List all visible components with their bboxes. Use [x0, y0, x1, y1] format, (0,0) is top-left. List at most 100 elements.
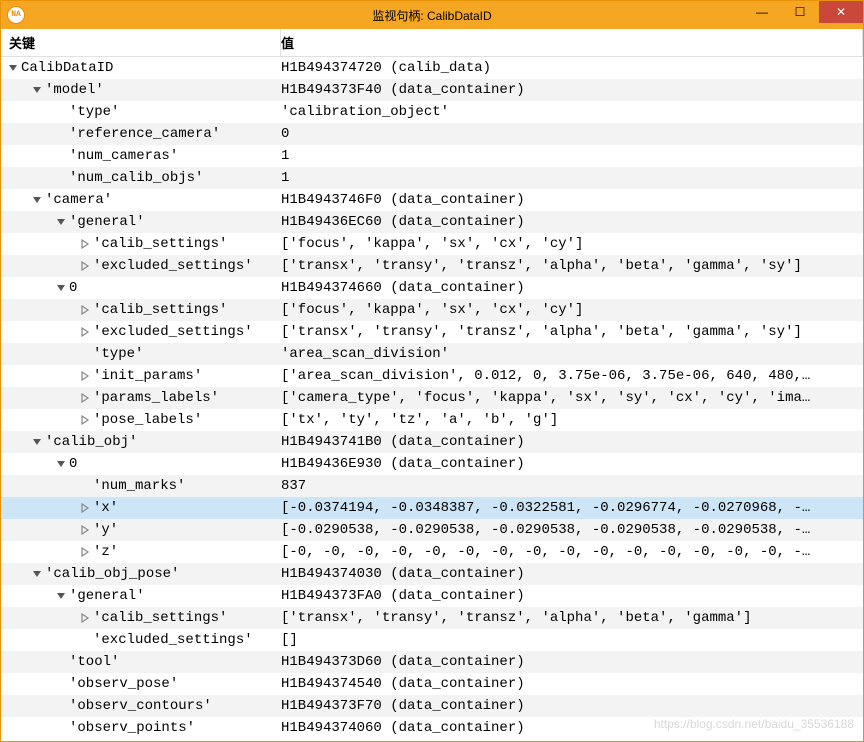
tree-value-cell[interactable]: [] [281, 632, 863, 648]
chevron-right-icon[interactable] [77, 371, 93, 381]
tree-row[interactable]: 0H1B49436E930 (data_container) [1, 453, 863, 475]
tree-value-cell[interactable]: ['transx', 'transy', 'transz', 'alpha', … [281, 258, 863, 274]
tree-row[interactable]: 'camera'H1B4943746F0 (data_container) [1, 189, 863, 211]
tree-row[interactable]: 'reference_camera'0 [1, 123, 863, 145]
tree-value-cell[interactable]: 1 [281, 148, 863, 164]
tree-row[interactable]: 'calib_settings'['focus', 'kappa', 'sx',… [1, 233, 863, 255]
tree-row[interactable]: 'excluded_settings'['transx', 'transy', … [1, 255, 863, 277]
tree-value-cell[interactable]: ['focus', 'kappa', 'sx', 'cx', 'cy'] [281, 302, 863, 318]
tree-row[interactable]: 'num_cameras'1 [1, 145, 863, 167]
tree-value-cell[interactable]: H1B494373FA0 (data_container) [281, 588, 863, 604]
chevron-right-icon[interactable] [77, 305, 93, 315]
tree-row[interactable]: 'observ_contours'H1B494373F70 (data_cont… [1, 695, 863, 717]
tree-key-cell[interactable]: 'type' [1, 104, 281, 120]
tree-value-cell[interactable]: ['camera_type', 'focus', 'kappa', 'sx', … [281, 390, 863, 406]
tree-value-cell[interactable]: 837 [281, 478, 863, 494]
tree-row[interactable]: 'calib_obj_pose'H1B494374030 (data_conta… [1, 563, 863, 585]
tree-value-cell[interactable]: H1B4943741B0 (data_container) [281, 434, 863, 450]
tree-row[interactable]: 'observ_points'H1B494374060 (data_contai… [1, 717, 863, 739]
tree-key-cell[interactable]: 'excluded_settings' [1, 324, 281, 340]
tree-row[interactable]: 'general'H1B49436EC60 (data_container) [1, 211, 863, 233]
tree-key-cell[interactable]: 0 [1, 280, 281, 296]
tree-value-cell[interactable]: ['transx', 'transy', 'transz', 'alpha', … [281, 610, 863, 626]
tree-row[interactable]: 'calib_settings'['focus', 'kappa', 'sx',… [1, 299, 863, 321]
tree-row[interactable]: 'z'[-0, -0, -0, -0, -0, -0, -0, -0, -0, … [1, 541, 863, 563]
tree-key-cell[interactable]: 'calib_settings' [1, 302, 281, 318]
tree-key-cell[interactable]: 'params_labels' [1, 390, 281, 406]
chevron-right-icon[interactable] [77, 547, 93, 557]
tree-value-cell[interactable]: 0 [281, 126, 863, 142]
tree-value-cell[interactable]: ['transx', 'transy', 'transz', 'alpha', … [281, 324, 863, 340]
tree-key-cell[interactable]: 'num_calib_objs' [1, 170, 281, 186]
tree-key-cell[interactable]: 'z' [1, 544, 281, 560]
close-button[interactable]: ✕ [819, 1, 863, 23]
chevron-down-icon[interactable] [5, 63, 21, 73]
chevron-right-icon[interactable] [77, 503, 93, 513]
tree-key-cell[interactable]: 'reference_camera' [1, 126, 281, 142]
tree-key-cell[interactable]: 'observ_points' [1, 720, 281, 736]
tree-row[interactable]: 'num_calib_objs'1 [1, 167, 863, 189]
tree-row[interactable]: 'tool'H1B494373D60 (data_container) [1, 651, 863, 673]
tree-value-cell[interactable]: ['focus', 'kappa', 'sx', 'cx', 'cy'] [281, 236, 863, 252]
tree-value-cell[interactable]: H1B494373F40 (data_container) [281, 82, 863, 98]
tree-value-cell[interactable]: H1B494374030 (data_container) [281, 566, 863, 582]
tree-value-cell[interactable]: H1B4943746F0 (data_container) [281, 192, 863, 208]
tree-row[interactable]: 'calib_settings'['transx', 'transy', 'tr… [1, 607, 863, 629]
tree-value-cell[interactable]: H1B494374720 (calib_data) [281, 60, 863, 76]
chevron-right-icon[interactable] [77, 239, 93, 249]
chevron-down-icon[interactable] [29, 195, 45, 205]
tree-key-cell[interactable]: 'calib_settings' [1, 236, 281, 252]
chevron-right-icon[interactable] [77, 415, 93, 425]
tree-key-cell[interactable]: 'num_marks' [1, 478, 281, 494]
tree-row[interactable]: 'excluded_settings'['transx', 'transy', … [1, 321, 863, 343]
tree-value-cell[interactable]: 'calibration_object' [281, 104, 863, 120]
chevron-right-icon[interactable] [77, 393, 93, 403]
tree-row[interactable]: 'x'[-0.0374194, -0.0348387, -0.0322581, … [1, 497, 863, 519]
chevron-right-icon[interactable] [77, 261, 93, 271]
tree-value-cell[interactable]: ['tx', 'ty', 'tz', 'a', 'b', 'g'] [281, 412, 863, 428]
tree-key-cell[interactable]: 'pose_labels' [1, 412, 281, 428]
tree-value-cell[interactable]: [-0.0374194, -0.0348387, -0.0322581, -0.… [281, 500, 863, 516]
chevron-down-icon[interactable] [29, 569, 45, 579]
tree-row[interactable]: 'calib_obj'H1B4943741B0 (data_container) [1, 431, 863, 453]
tree-value-cell[interactable]: ['area_scan_division', 0.012, 0, 3.75e-0… [281, 368, 863, 384]
tree-value-cell[interactable]: 1 [281, 170, 863, 186]
tree-value-cell[interactable]: H1B494373D60 (data_container) [281, 654, 863, 670]
tree-key-cell[interactable]: 'type' [1, 346, 281, 362]
tree-key-cell[interactable]: 'model' [1, 82, 281, 98]
tree-key-cell[interactable]: 'num_cameras' [1, 148, 281, 164]
tree-key-cell[interactable]: CalibDataID [1, 60, 281, 76]
tree-key-cell[interactable]: 'excluded_settings' [1, 632, 281, 648]
tree-row[interactable]: 'num_marks'837 [1, 475, 863, 497]
tree-row[interactable]: 'type''calibration_object' [1, 101, 863, 123]
tree-key-cell[interactable]: 'init_params' [1, 368, 281, 384]
tree-row[interactable]: 'init_params'['area_scan_division', 0.01… [1, 365, 863, 387]
tree-key-cell[interactable]: 'calib_settings' [1, 610, 281, 626]
tree-row[interactable]: 'params_labels'['camera_type', 'focus', … [1, 387, 863, 409]
chevron-down-icon[interactable] [29, 85, 45, 95]
tree-value-cell[interactable]: 'area_scan_division' [281, 346, 863, 362]
tree-value-cell[interactable]: [-0.0290538, -0.0290538, -0.0290538, -0.… [281, 522, 863, 538]
tree-row[interactable]: 0H1B494374660 (data_container) [1, 277, 863, 299]
tree-value-cell[interactable]: H1B49436EC60 (data_container) [281, 214, 863, 230]
tree-row[interactable]: 'excluded_settings'[] [1, 629, 863, 651]
minimize-button[interactable]: — [743, 1, 781, 23]
chevron-down-icon[interactable] [53, 459, 69, 469]
chevron-right-icon[interactable] [77, 327, 93, 337]
tree-key-cell[interactable]: 'general' [1, 214, 281, 230]
tree-key-cell[interactable]: 'tool' [1, 654, 281, 670]
chevron-down-icon[interactable] [29, 437, 45, 447]
tree-key-cell[interactable]: 'camera' [1, 192, 281, 208]
header-key[interactable]: 关键 [1, 29, 281, 56]
chevron-down-icon[interactable] [53, 283, 69, 293]
chevron-down-icon[interactable] [53, 591, 69, 601]
tree-row[interactable]: 'general'H1B494373FA0 (data_container) [1, 585, 863, 607]
chevron-right-icon[interactable] [77, 525, 93, 535]
tree-row[interactable]: 'type''area_scan_division' [1, 343, 863, 365]
tree-view[interactable]: CalibDataIDH1B494374720 (calib_data)'mod… [1, 57, 863, 741]
tree-key-cell[interactable]: 'observ_contours' [1, 698, 281, 714]
chevron-down-icon[interactable] [53, 217, 69, 227]
tree-key-cell[interactable]: 0 [1, 456, 281, 472]
tree-value-cell[interactable]: H1B494374060 (data_container) [281, 720, 863, 736]
tree-key-cell[interactable]: 'x' [1, 500, 281, 516]
